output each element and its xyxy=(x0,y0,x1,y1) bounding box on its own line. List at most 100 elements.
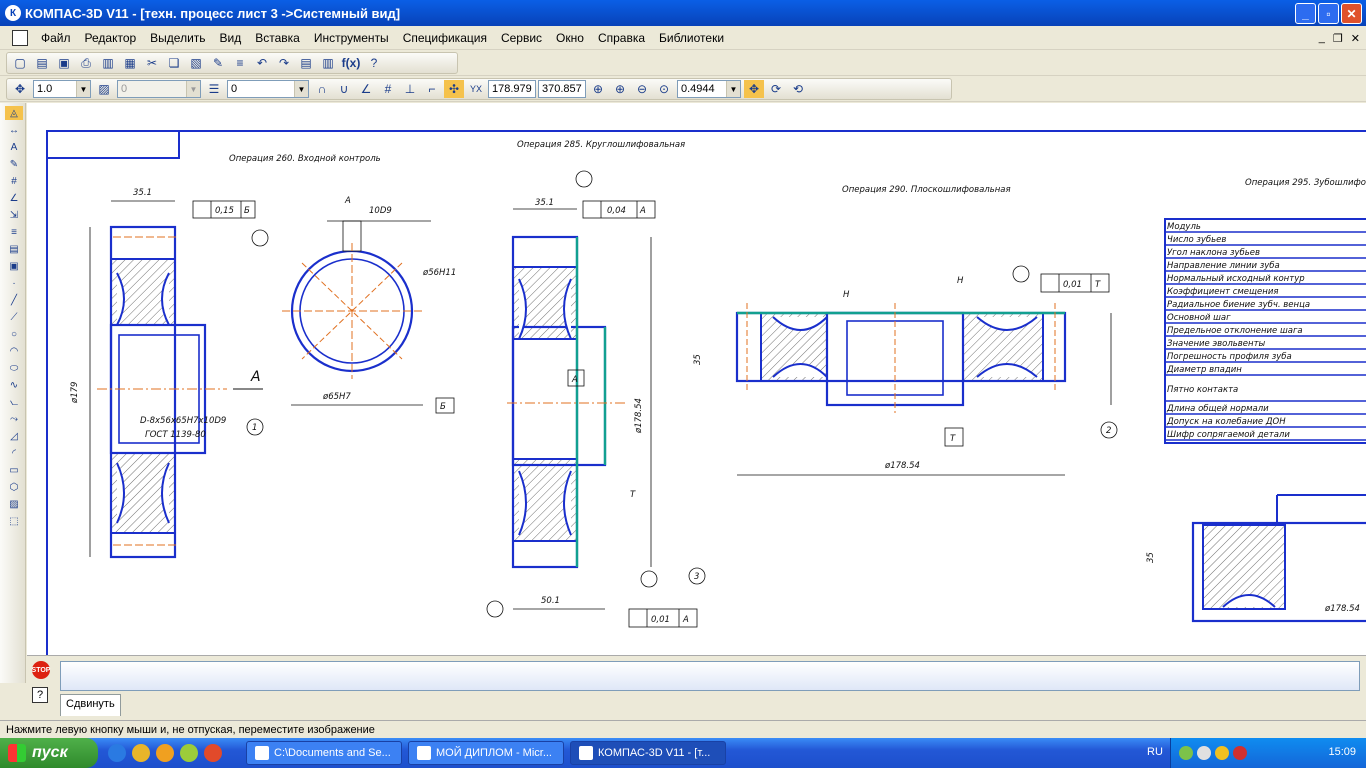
parametrization-tool-icon[interactable]: # xyxy=(5,174,23,188)
grid-icon[interactable]: # xyxy=(378,80,398,98)
select-tool-icon[interactable]: ⇲ xyxy=(5,208,23,222)
layer-icon[interactable]: ☰ xyxy=(204,80,224,98)
paste-icon[interactable]: ▧ xyxy=(186,54,206,72)
zoom-combo[interactable]: 0.4944 ▼ xyxy=(677,80,741,98)
properties-field[interactable] xyxy=(60,661,1360,691)
tab-pan[interactable]: Сдвинуть xyxy=(60,694,121,716)
contour-tool-icon[interactable]: ⬚ xyxy=(5,514,23,528)
measure-tool-icon[interactable]: ∠ xyxy=(5,191,23,205)
menu-service[interactable]: Сервис xyxy=(494,31,549,45)
tray-icon-4[interactable] xyxy=(1233,746,1247,760)
dimensions-tool-icon[interactable]: ↔ xyxy=(5,123,23,137)
chrome-icon[interactable] xyxy=(204,744,222,762)
local-snap-icon[interactable]: ∪ xyxy=(334,80,354,98)
geometry-tool-icon[interactable]: ◬ xyxy=(5,106,23,120)
save-icon[interactable]: ▣ xyxy=(54,54,74,72)
new-document-icon[interactable]: ▢ xyxy=(10,54,30,72)
aux-line-tool-icon[interactable]: ╱ xyxy=(5,293,23,307)
menu-file[interactable]: Файл xyxy=(34,31,78,45)
segment-tool-icon[interactable]: ⟋ xyxy=(5,310,23,324)
scale-combo[interactable]: 1.0 ▼ xyxy=(33,80,91,98)
manager-icon[interactable]: ▤ xyxy=(296,54,316,72)
polyline-tool-icon[interactable]: ⦦ xyxy=(5,395,23,409)
explorer-icon[interactable] xyxy=(132,744,150,762)
spec-tool-icon[interactable]: ≡ xyxy=(5,225,23,239)
redo-icon[interactable]: ↷ xyxy=(274,54,294,72)
maximize-button[interactable]: ▫ xyxy=(1318,3,1339,24)
menu-specification[interactable]: Спецификация xyxy=(396,31,494,45)
start-button[interactable]: пуск xyxy=(0,738,98,768)
ellipse-tool-icon[interactable]: ⬭ xyxy=(5,361,23,375)
menu-help[interactable]: Справка xyxy=(591,31,652,45)
magnet-snap-icon[interactable]: ∩ xyxy=(312,80,332,98)
y-coordinate-field[interactable]: 370.857 xyxy=(538,80,586,98)
zoom-scale-icon[interactable]: ⊙ xyxy=(654,80,674,98)
fx-icon[interactable]: f(x) xyxy=(340,54,362,72)
tray-icon-1[interactable] xyxy=(1179,746,1193,760)
ortho-icon[interactable]: ⌐ xyxy=(422,80,442,98)
rectangle-tool-icon[interactable]: ▭ xyxy=(5,463,23,477)
document-icon[interactable] xyxy=(12,29,28,46)
menu-libraries[interactable]: Библиотеки xyxy=(652,31,731,45)
snap-grid-icon[interactable]: ✥ xyxy=(10,80,30,98)
aimp-icon[interactable] xyxy=(156,744,174,762)
fillet-tool-icon[interactable]: ◜ xyxy=(5,446,23,460)
language-indicator[interactable]: RU xyxy=(1147,746,1163,758)
menu-window[interactable]: Окно xyxy=(549,31,591,45)
tray-icon-3[interactable] xyxy=(1215,746,1229,760)
close-button[interactable]: ✕ xyxy=(1341,3,1362,24)
tray-icon-2[interactable] xyxy=(1197,746,1211,760)
open-folder-icon[interactable]: ▤ xyxy=(32,54,52,72)
task-word[interactable]: МОЙ ДИПЛОМ - Micr... xyxy=(408,741,564,765)
layer-combo[interactable]: 0 ▼ xyxy=(227,80,309,98)
curve-tool-icon[interactable]: ⤳ xyxy=(5,412,23,426)
preview-icon[interactable]: ▥ xyxy=(98,54,118,72)
annotation-tool-icon[interactable]: A xyxy=(5,140,23,154)
hatch-tool-icon[interactable]: ▨ xyxy=(5,497,23,511)
drawing-canvas[interactable]: Операция 260. Входной контроль Операция … xyxy=(27,103,1366,655)
variables-icon[interactable]: ▥ xyxy=(318,54,338,72)
axes-icon[interactable]: ⊥ xyxy=(400,80,420,98)
zoom-window-icon[interactable]: ⊕ xyxy=(588,80,608,98)
spline-tool-icon[interactable]: ∿ xyxy=(5,378,23,392)
menu-tools[interactable]: Инструменты xyxy=(307,31,396,45)
undo-icon[interactable]: ↶ xyxy=(252,54,272,72)
arc-tool-icon[interactable]: ◠ xyxy=(5,344,23,358)
properties-icon[interactable]: ▦ xyxy=(120,54,140,72)
menu-insert[interactable]: Вставка xyxy=(248,31,307,45)
chamfer-tool-icon[interactable]: ◿ xyxy=(5,429,23,443)
stop-button[interactable]: STOP xyxy=(32,661,50,679)
style-combo[interactable]: 0 ▼ xyxy=(117,80,201,98)
minimize-button[interactable]: _ xyxy=(1295,3,1316,24)
copy-icon[interactable]: ❏ xyxy=(164,54,184,72)
format-painter-icon[interactable]: ✎ xyxy=(208,54,228,72)
menu-edit[interactable]: Редактор xyxy=(78,31,144,45)
menu-view[interactable]: Вид xyxy=(213,31,249,45)
icq-icon[interactable] xyxy=(180,744,198,762)
refresh-icon[interactable]: ⟳ xyxy=(766,80,786,98)
point-tool-icon[interactable]: · xyxy=(5,276,23,290)
style-icon[interactable]: ▨ xyxy=(94,80,114,98)
context-help-icon[interactable]: ? xyxy=(364,54,384,72)
insert-tool-icon[interactable]: ▣ xyxy=(5,259,23,273)
print-icon[interactable]: ⎙ xyxy=(76,54,96,72)
edit-tool-icon[interactable]: ✎ xyxy=(5,157,23,171)
task-kompas[interactable]: КОМПАС-3D V11 - [т... xyxy=(570,741,726,765)
x-coordinate-field[interactable]: 178.979 xyxy=(488,80,536,98)
task-explorer[interactable]: C:\Documents and Se... xyxy=(246,741,402,765)
angle-icon[interactable]: ∠ xyxy=(356,80,376,98)
doc-minimize-icon[interactable]: _ xyxy=(1319,32,1325,45)
cursor-coords-icon[interactable]: ✣ xyxy=(444,80,464,98)
list-icon[interactable]: ≡ xyxy=(230,54,250,72)
polygon-tool-icon[interactable]: ⬡ xyxy=(5,480,23,494)
regen-icon[interactable]: ⟲ xyxy=(788,80,808,98)
menu-select[interactable]: Выделить xyxy=(143,31,212,45)
zoom-out-icon[interactable]: ⊖ xyxy=(632,80,652,98)
circle-tool-icon[interactable]: ○ xyxy=(5,327,23,341)
ie-icon[interactable] xyxy=(108,744,126,762)
pan-icon[interactable]: ✥ xyxy=(744,80,764,98)
cut-icon[interactable]: ✂ xyxy=(142,54,162,72)
help-button[interactable]: ? xyxy=(32,687,48,703)
zoom-in-icon[interactable]: ⊕ xyxy=(610,80,630,98)
doc-close-icon[interactable]: ✕ xyxy=(1351,32,1360,45)
